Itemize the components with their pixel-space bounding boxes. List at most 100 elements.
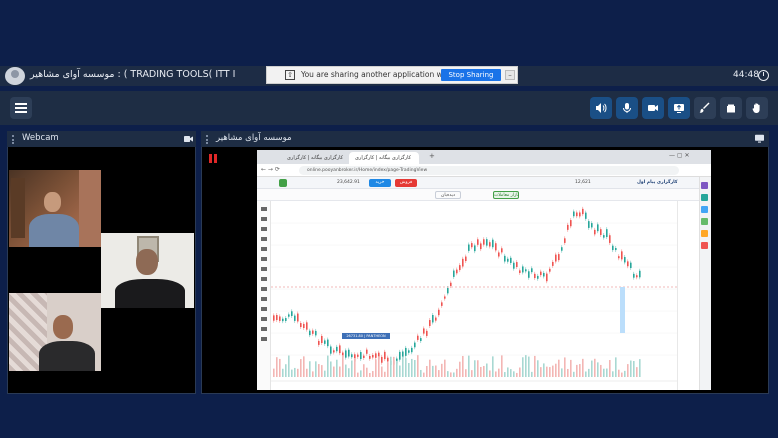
volume-bar (606, 368, 608, 377)
sidebar-widget-icon[interactable] (701, 230, 708, 237)
candle (369, 356, 371, 359)
candle (381, 356, 383, 363)
hide-banner-button[interactable]: – (505, 70, 515, 80)
sidebar-widget-icon[interactable] (701, 206, 708, 213)
sell-chip[interactable]: فروش (395, 179, 417, 187)
volume-bar (318, 364, 320, 377)
candle (522, 266, 524, 273)
camera-button[interactable] (642, 97, 664, 119)
volume-bar (624, 370, 626, 377)
price-axis (677, 201, 699, 390)
window-controls[interactable]: — ▢ ✕ (669, 152, 690, 159)
volume-bar (501, 355, 503, 377)
volume-bar (570, 359, 572, 377)
candle (477, 239, 479, 245)
volume-bar (453, 372, 455, 377)
volume-bar (438, 370, 440, 377)
volume-bar (348, 368, 350, 377)
browser-tab-1[interactable]: کارگزاری بیگانه | کارگزاری (349, 152, 419, 164)
webcam-tile-1[interactable] (9, 170, 101, 247)
candle (525, 269, 527, 272)
candle (357, 354, 359, 357)
sidebar-widget-icon[interactable] (701, 194, 708, 201)
avatar[interactable] (5, 67, 25, 85)
volume-bar (537, 360, 539, 377)
webcam-tile-2[interactable] (101, 233, 194, 308)
candle (564, 238, 566, 243)
screen-share-button[interactable] (668, 97, 690, 119)
candle (423, 328, 425, 334)
pause-icon[interactable] (209, 154, 217, 163)
candle (597, 224, 599, 232)
microphone-button[interactable] (616, 97, 638, 119)
sidebar-widget-icon[interactable] (701, 218, 708, 225)
volume-bar (345, 364, 347, 377)
price-chart[interactable] (271, 201, 677, 390)
drag-handle-icon[interactable] (206, 135, 209, 144)
screen-icon[interactable] (755, 134, 764, 143)
volume-bar (303, 356, 305, 377)
volume-bar (618, 369, 620, 377)
browser-tab-2[interactable]: کارگزاری بیگانه | کارگزاری (281, 152, 347, 164)
sidebar-widget-icon[interactable] (701, 182, 708, 189)
volume-bar (594, 358, 596, 377)
volume-bar (582, 358, 584, 377)
candle (297, 313, 299, 322)
candle (546, 273, 548, 282)
file-button[interactable] (720, 97, 742, 119)
volume-bar (591, 360, 593, 377)
candle (414, 342, 416, 348)
candle (609, 235, 611, 243)
candle (612, 245, 614, 251)
volume-bar (564, 357, 566, 377)
drawing-tools-icons[interactable] (260, 205, 268, 385)
volume-bar (369, 372, 371, 377)
volume-bar (498, 368, 500, 377)
stop-sharing-button[interactable]: Stop Sharing (441, 69, 501, 81)
candle (579, 212, 581, 217)
volume-bar (291, 369, 293, 377)
brush-button[interactable] (694, 97, 716, 119)
filter-watchlist[interactable]: دیده‌بان (435, 191, 461, 199)
volume-bar (279, 358, 281, 377)
volume-bar (561, 368, 563, 377)
video-camera-icon[interactable] (184, 135, 193, 143)
volume-bar (477, 360, 479, 377)
volume-bar (540, 367, 542, 377)
candle (441, 302, 443, 306)
nav-arrows-icon[interactable]: ← → ⟳ (261, 166, 280, 173)
candle (336, 346, 338, 352)
candle (540, 271, 542, 276)
buy-chip[interactable]: خرید (369, 179, 391, 187)
volume-bar (588, 368, 590, 377)
candle (531, 268, 533, 273)
volume-bar (489, 370, 491, 377)
candle (435, 317, 437, 321)
speaker-button[interactable] (590, 97, 612, 119)
drag-handle-icon[interactable] (12, 135, 15, 144)
candle (585, 212, 587, 219)
volume-bar (462, 355, 464, 377)
volume-bar (468, 355, 470, 377)
sidebar-widget-icon[interactable] (701, 242, 708, 249)
volume-bar (531, 371, 533, 377)
raise-hand-button[interactable] (746, 97, 768, 119)
candle (291, 311, 293, 316)
candle (519, 270, 521, 273)
new-tab-icon[interactable]: + (429, 152, 435, 160)
volume-bar (363, 364, 365, 377)
candle (528, 271, 530, 278)
candle (276, 315, 278, 321)
volume-bar (525, 355, 527, 377)
volume-bar (414, 360, 416, 377)
volume-bar (456, 368, 458, 377)
volume-bar (378, 356, 380, 377)
menu-button[interactable] (10, 97, 32, 119)
browser-url[interactable]: online.pooyanbroker.ir/Home/index/page-T… (299, 166, 679, 175)
webcam-tile-3[interactable] (9, 293, 101, 371)
filter-market[interactable]: بازار معاملات (493, 191, 519, 199)
volume-bar (555, 363, 557, 377)
volume-bar (546, 366, 548, 377)
volume-bar (375, 359, 377, 377)
volume-bar (483, 365, 485, 377)
